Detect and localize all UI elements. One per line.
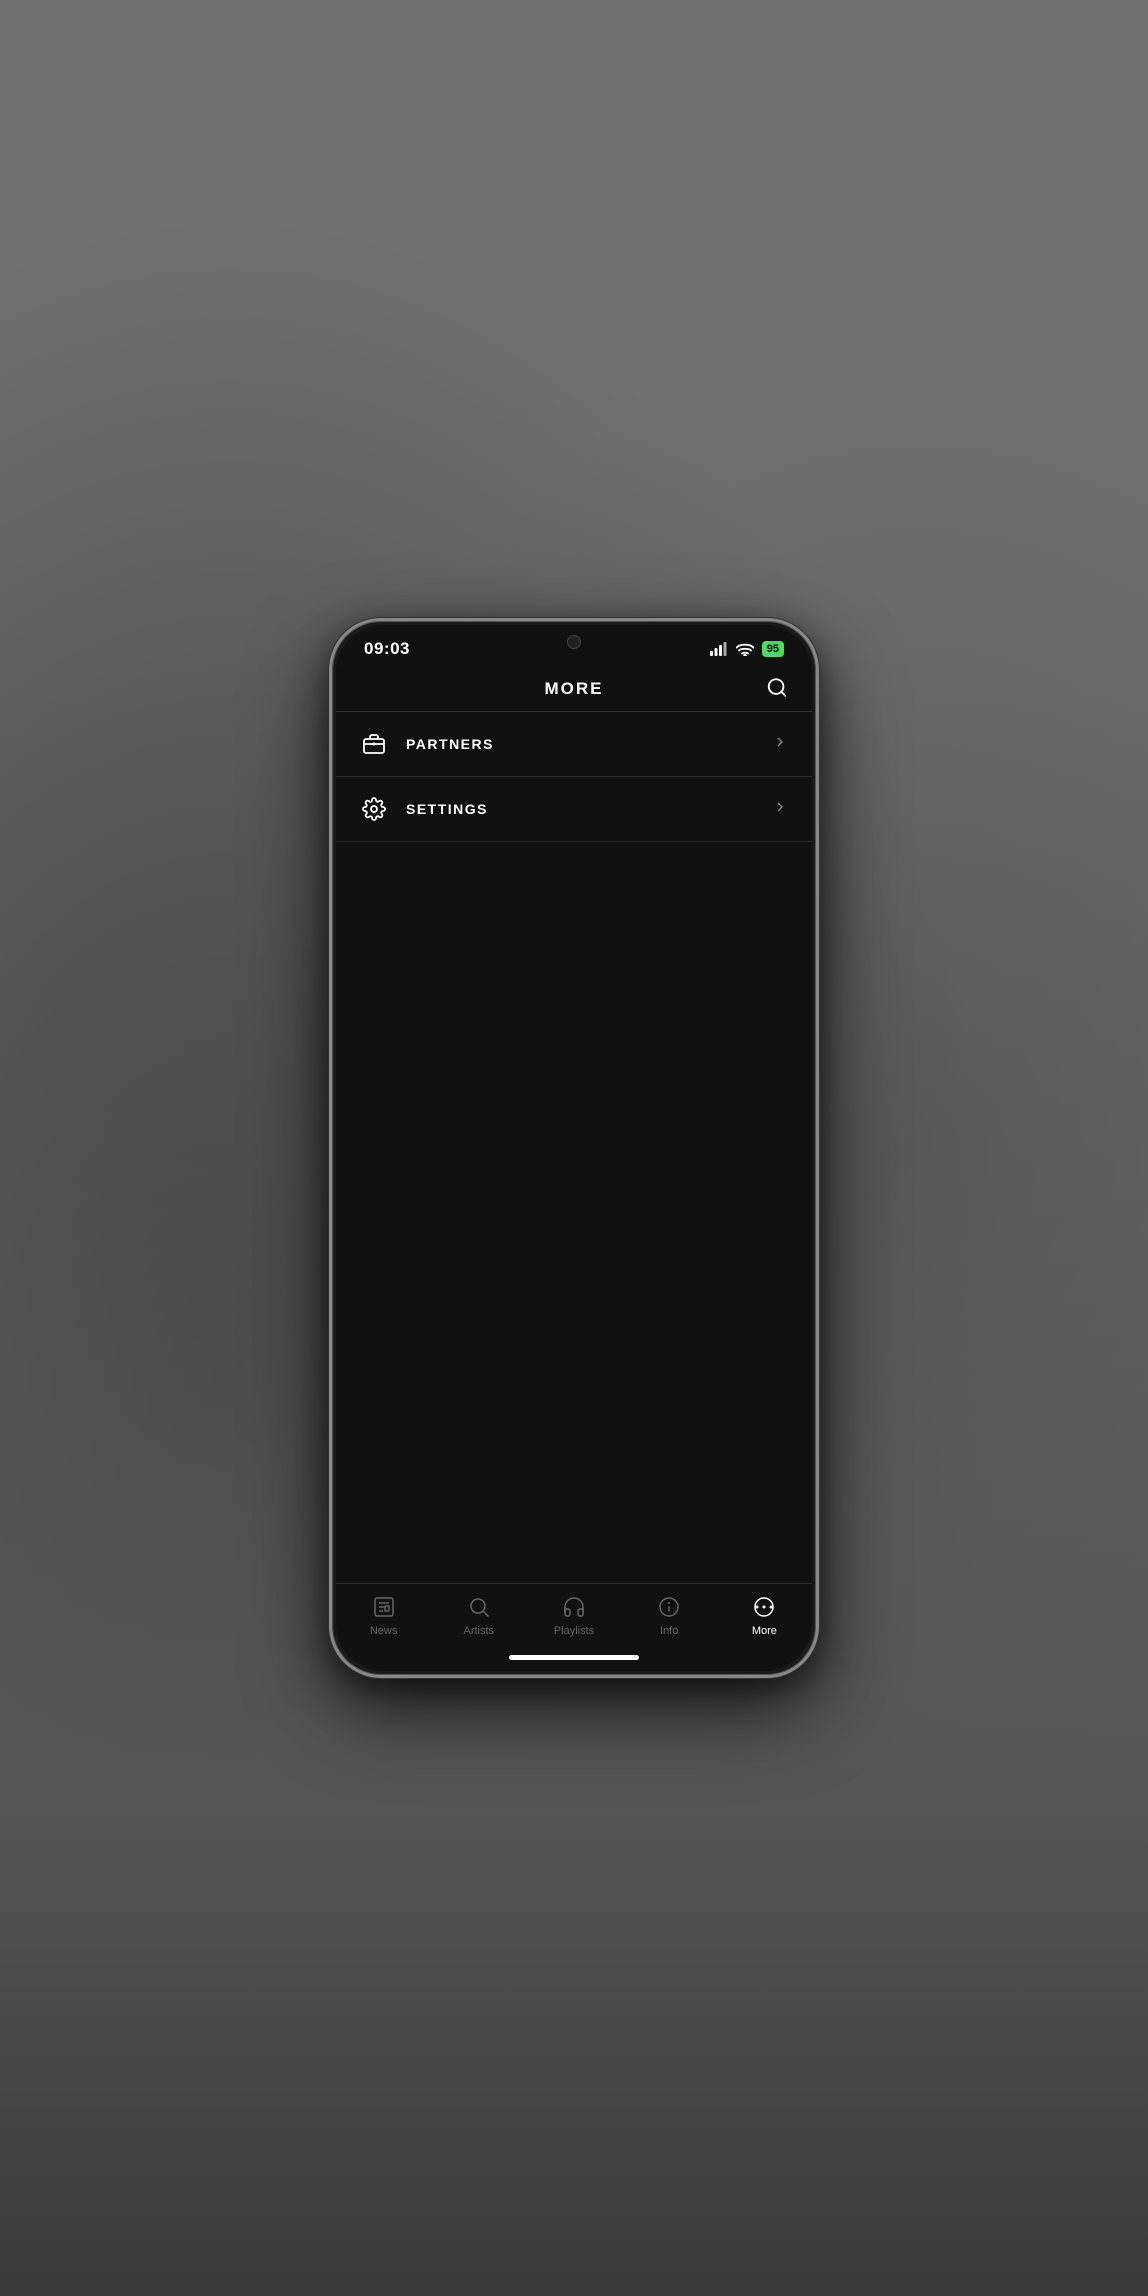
phone-frame: 09:03 95 bbox=[329, 618, 819, 1678]
artists-label: Artists bbox=[464, 1625, 495, 1637]
tab-bar: News Artists bbox=[336, 1583, 812, 1643]
phone-screen: 09:03 95 bbox=[336, 625, 812, 1671]
more-dots-svg bbox=[752, 1595, 776, 1619]
playlists-icon bbox=[561, 1594, 587, 1620]
camera-notch bbox=[567, 635, 581, 649]
chevron-right-settings-svg bbox=[772, 799, 788, 815]
briefcase-svg bbox=[362, 732, 386, 756]
page-title: More bbox=[545, 679, 604, 699]
volume-down-button bbox=[329, 921, 331, 981]
partners-chevron bbox=[772, 734, 788, 755]
battery-indicator: 95 bbox=[762, 641, 784, 657]
more-label: More bbox=[752, 1625, 777, 1637]
tab-playlists[interactable]: Playlists bbox=[534, 1594, 614, 1637]
tab-info[interactable]: Info bbox=[629, 1594, 709, 1637]
newspaper-svg bbox=[372, 1595, 396, 1619]
home-bar bbox=[509, 1655, 639, 1660]
news-icon bbox=[371, 1594, 397, 1620]
search-button[interactable] bbox=[762, 673, 792, 706]
artists-icon bbox=[466, 1594, 492, 1620]
more-icon bbox=[751, 1594, 777, 1620]
signal-icon bbox=[710, 642, 728, 656]
wifi-icon bbox=[736, 642, 754, 656]
top-navigation: More bbox=[336, 667, 812, 711]
tab-artists[interactable]: Artists bbox=[439, 1594, 519, 1637]
settings-chevron bbox=[772, 799, 788, 820]
settings-icon bbox=[360, 795, 388, 823]
tab-news[interactable]: News bbox=[344, 1594, 424, 1637]
partners-label: PARTNERS bbox=[406, 736, 772, 752]
gear-svg bbox=[362, 797, 386, 821]
status-icons: 95 bbox=[710, 641, 784, 657]
settings-label: SETTINGS bbox=[406, 801, 772, 817]
power-button bbox=[817, 821, 819, 891]
menu-item-settings[interactable]: SETTINGS bbox=[336, 777, 812, 842]
tab-more[interactable]: More bbox=[724, 1594, 804, 1637]
partners-icon bbox=[360, 730, 388, 758]
headphones-svg bbox=[562, 1595, 586, 1619]
menu-item-partners[interactable]: PARTNERS bbox=[336, 712, 812, 777]
info-icon bbox=[656, 1594, 682, 1620]
playlists-label: Playlists bbox=[554, 1625, 594, 1637]
chevron-right-svg bbox=[772, 734, 788, 750]
info-circle-svg bbox=[657, 1595, 681, 1619]
info-label: Info bbox=[660, 1625, 678, 1637]
search-icon bbox=[766, 677, 788, 699]
status-time: 09:03 bbox=[364, 639, 410, 659]
volume-up-button bbox=[329, 846, 331, 906]
silent-button bbox=[329, 791, 331, 831]
artists-search-svg bbox=[467, 1595, 491, 1619]
home-indicator-area bbox=[336, 1643, 812, 1671]
menu-list: PARTNERS SETTINGS bbox=[336, 712, 812, 1583]
news-label: News bbox=[370, 1625, 398, 1637]
